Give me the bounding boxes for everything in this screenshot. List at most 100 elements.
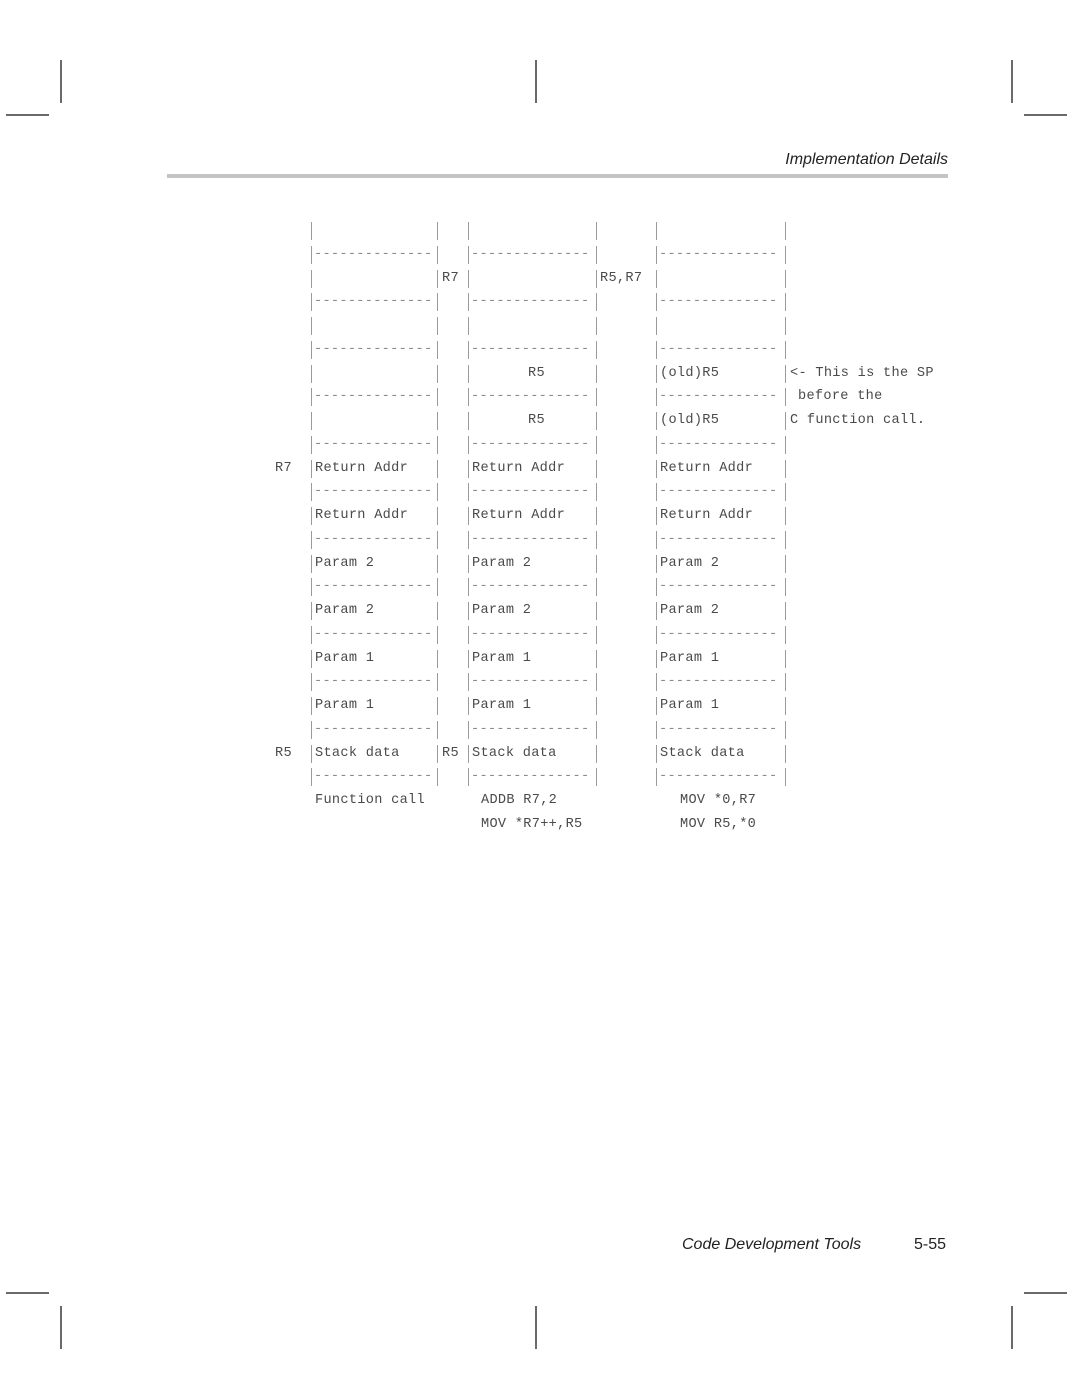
stack-cell-c3-left-border [656, 317, 657, 335]
stack-divider-c3-right-border [785, 768, 786, 787]
stack-divider: -------------- [314, 246, 433, 262]
stack-divider-c3-left-border [656, 388, 657, 407]
stack-cell-label: Return Addr [315, 508, 409, 523]
stack-divider: -------------- [471, 389, 590, 405]
stack-divider-c3-right-border [785, 578, 786, 597]
stack-cell-c1-right-border [437, 697, 438, 715]
stack-cell-c2-left-border [468, 554, 469, 573]
stack-divider-c2-right-border [596, 293, 597, 312]
stack-divider-c2-right-border [596, 625, 597, 644]
stack-divider-c2-right-border [596, 578, 597, 597]
stack-divider: -------------- [471, 341, 590, 357]
stack-divider: -------------- [471, 721, 590, 737]
stack-cell-c2-right-border [596, 269, 597, 288]
crop-mark-top-right-vertical [1011, 60, 1013, 103]
annotation-text: before the [798, 389, 883, 405]
stack-cell-label: (old)R5 [660, 365, 720, 381]
stack-cell-label: Stack data [472, 745, 557, 761]
stack-divider-c2-right-border [596, 245, 597, 264]
stack-divider-c2-right-border [596, 340, 597, 359]
stack-cell-c3-left-border [656, 412, 657, 430]
stack-divider: -------------- [659, 579, 778, 595]
stack-divider-c3-left-border [656, 530, 657, 549]
stack-cell-c2-left-border [468, 269, 469, 288]
stack-divider: -------------- [659, 531, 778, 547]
stack-cell-c3-right-border [785, 602, 786, 620]
stack-cell-c2-right-border [596, 317, 597, 335]
stack-cell-c1-right-border [437, 649, 438, 668]
stack-cell-label: Return Addr [660, 508, 754, 523]
stack-divider-c3-left-border [656, 578, 657, 597]
stack-cell-c1-right-border [437, 364, 438, 383]
stack-cell-c1-left-border [311, 602, 312, 620]
stack-divider-c1-left-border [311, 625, 312, 644]
stack-divider-c1-right-border [437, 578, 438, 597]
stack-divider-c3-left-border [656, 768, 657, 787]
stack-cell-c2-right-border [596, 222, 597, 240]
stack-divider-c3-left-border [656, 483, 657, 502]
stack-cell-c1-left-border [311, 697, 312, 715]
stack-cell-label: Param 2 [472, 603, 532, 618]
stack-divider-c1-right-border [437, 673, 438, 692]
crop-mark-top-left-vertical [60, 60, 62, 103]
section-title: Implementation Details [785, 151, 948, 168]
stack-divider: -------------- [659, 674, 778, 690]
stack-cell-c3-left-border [656, 222, 657, 240]
column-caption: MOV *R7++,R5 [481, 816, 583, 832]
crop-mark-top-left-horizontal [6, 114, 49, 116]
stack-cell-c1-right-border [437, 602, 438, 620]
stack-cell-label: Param 2 [660, 555, 720, 571]
crop-mark-bottom-right-vertical [1011, 1306, 1013, 1349]
stack-cell-c2-right-border [596, 507, 597, 525]
stack-divider-c2-right-border [596, 768, 597, 787]
stack-cell-label: Param 2 [315, 603, 375, 618]
stack-cell-label: Param 1 [315, 650, 375, 666]
stack-divider-c1-left-border [311, 245, 312, 264]
stack-divider-c3-right-border [785, 530, 786, 549]
stack-divider-c1-left-border [311, 530, 312, 549]
stack-cell-c1-left-border [311, 222, 312, 240]
stack-cell-label: Param 1 [660, 650, 720, 666]
stack-cell-label: Stack data [660, 745, 745, 761]
stack-divider: -------------- [314, 721, 433, 737]
stack-cell-c3-right-border [785, 697, 786, 715]
stack-cell-c1-left-border [311, 459, 312, 478]
stack-cell-c3-left-border [656, 269, 657, 288]
stack-cell-c2-left-border [468, 697, 469, 715]
stack-divider: -------------- [659, 436, 778, 452]
stack-divider-c3-right-border [785, 293, 786, 312]
column-caption: ADDB R7,2 [481, 793, 558, 808]
stack-cell-c2-left-border [468, 507, 469, 525]
stack-cell-label: Param 1 [472, 698, 532, 713]
stack-divider-c2-left-border [468, 768, 469, 787]
stack-divider-c2-right-border [596, 388, 597, 407]
stack-divider-c1-right-border [437, 293, 438, 312]
stack-cell-c1-left-border [311, 649, 312, 668]
column-caption: MOV *0,R7 [680, 793, 757, 808]
stack-divider-c2-right-border [596, 435, 597, 454]
stack-cell-c1-right-border [437, 744, 438, 763]
stack-divider: -------------- [314, 769, 433, 785]
stack-cell-c1-right-border [437, 222, 438, 240]
stack-cell-label: Return Addr [472, 460, 566, 476]
stack-divider-c2-right-border [596, 530, 597, 549]
stack-cell-c2-left-border [468, 602, 469, 620]
stack-divider-c1-left-border [311, 435, 312, 454]
stack-cell-label: Param 2 [660, 603, 720, 618]
crop-mark-top-center [535, 60, 537, 103]
page-number: 5-55 [914, 1236, 947, 1253]
stack-divider: -------------- [314, 674, 433, 690]
stack-cell-label: (old)R5 [660, 413, 720, 428]
stack-cell-c2-right-border [596, 602, 597, 620]
stack-divider-c3-right-border [785, 673, 786, 692]
stack-divider-c2-left-border [468, 530, 469, 549]
stack-cell-c2-left-border [468, 649, 469, 668]
stack-divider-c2-left-border [468, 435, 469, 454]
stack-divider-c1-right-border [437, 245, 438, 264]
stack-divider-c2-left-border [468, 578, 469, 597]
stack-divider-c1-right-border [437, 340, 438, 359]
stack-divider: -------------- [471, 579, 590, 595]
stack-cell-label: Param 1 [472, 650, 532, 666]
crop-mark-bottom-left-vertical [60, 1306, 62, 1349]
stack-cell-c1-left-border [311, 269, 312, 288]
